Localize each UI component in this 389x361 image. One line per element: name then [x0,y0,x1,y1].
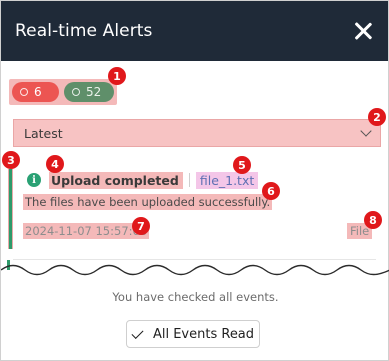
panel-header: Real-time Alerts [1,1,388,61]
all-checked-note: You have checked all events. [112,290,279,304]
annotation-marker-1: 1 [108,67,126,85]
annotation-marker-2: 2 [368,108,386,126]
sort-select[interactable]: Latest [13,119,381,147]
event-file-link[interactable]: file_1.txt [195,171,259,189]
checkmark-icon [131,326,144,339]
torn-edge [1,264,389,276]
info-icon: i [27,173,41,187]
annotation-marker-8: 8 [364,211,382,229]
success-count-badge[interactable]: 52 [64,82,114,102]
event-description: The files have been uploaded successfull… [23,194,273,210]
close-icon[interactable] [352,20,374,42]
list-divider [13,259,376,260]
event-title: Upload completed [49,171,183,189]
error-count: 6 [34,85,42,99]
annotation-marker-6: 6 [262,182,280,200]
error-dot-icon [20,88,28,96]
event-timestamp: 2024-11-07 15:57:03 [23,223,150,239]
sort-select-value: Latest [24,125,63,141]
summary-badges: 6 52 [9,79,117,105]
annotation-marker-4: 4 [46,155,64,173]
annotation-marker-5: 5 [233,156,251,174]
separator [188,173,190,187]
success-dot-icon [72,88,80,96]
error-count-badge[interactable]: 6 [12,82,59,102]
success-count: 52 [86,85,102,99]
chevron-down-icon [360,125,372,137]
event-status-bar [8,169,13,249]
annotation-marker-7: 7 [132,217,150,235]
event-header-row: i Upload completed file_1.txt [27,171,259,189]
annotation-marker-3: 3 [2,151,20,169]
all-events-read-button[interactable]: All Events Read [126,320,260,348]
alerts-panel: Real-time Alerts 6 52 1 Latest 2 3 i Upl… [0,0,389,361]
panel-title: Real-time Alerts [15,21,153,41]
all-events-read-label: All Events Read [152,326,255,342]
